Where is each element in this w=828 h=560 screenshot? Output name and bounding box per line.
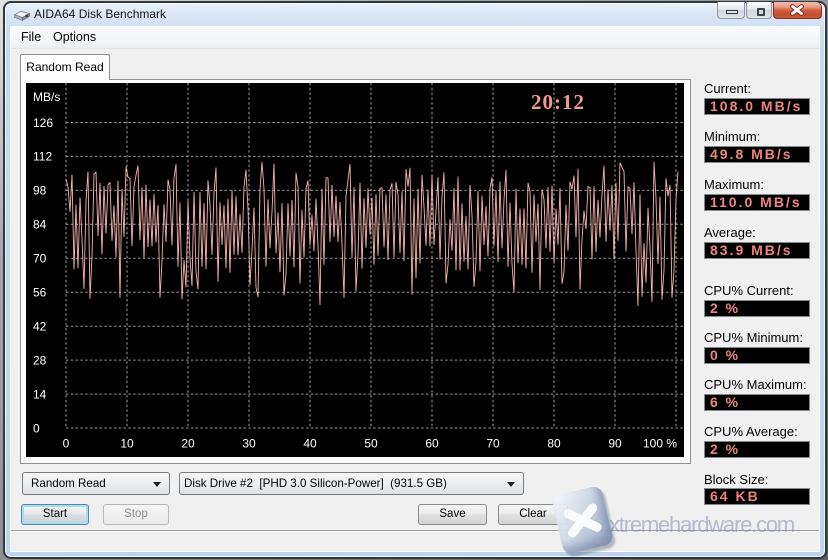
svg-text:28: 28 bbox=[33, 353, 47, 367]
svg-text:112: 112 bbox=[33, 150, 52, 164]
svg-text:84: 84 bbox=[33, 218, 47, 232]
svg-text:30: 30 bbox=[242, 437, 256, 451]
svg-text:70: 70 bbox=[33, 252, 47, 266]
svg-text:56: 56 bbox=[33, 286, 47, 300]
svg-text:126: 126 bbox=[33, 116, 53, 130]
svg-text:10: 10 bbox=[120, 437, 134, 451]
svg-text:70: 70 bbox=[486, 437, 500, 451]
svg-text:90: 90 bbox=[608, 437, 622, 451]
svg-text:98: 98 bbox=[33, 184, 47, 198]
svg-text:50: 50 bbox=[364, 437, 378, 451]
svg-text:80: 80 bbox=[547, 437, 561, 451]
svg-text:0: 0 bbox=[63, 437, 70, 451]
svg-text:0: 0 bbox=[33, 421, 40, 435]
svg-text:MB/s: MB/s bbox=[33, 90, 60, 104]
svg-text:100 %: 100 % bbox=[643, 437, 677, 451]
svg-text:40: 40 bbox=[303, 437, 317, 451]
svg-text:42: 42 bbox=[33, 320, 47, 334]
svg-text:20: 20 bbox=[181, 437, 195, 451]
svg-text:60: 60 bbox=[425, 437, 439, 451]
svg-text:14: 14 bbox=[33, 387, 47, 401]
